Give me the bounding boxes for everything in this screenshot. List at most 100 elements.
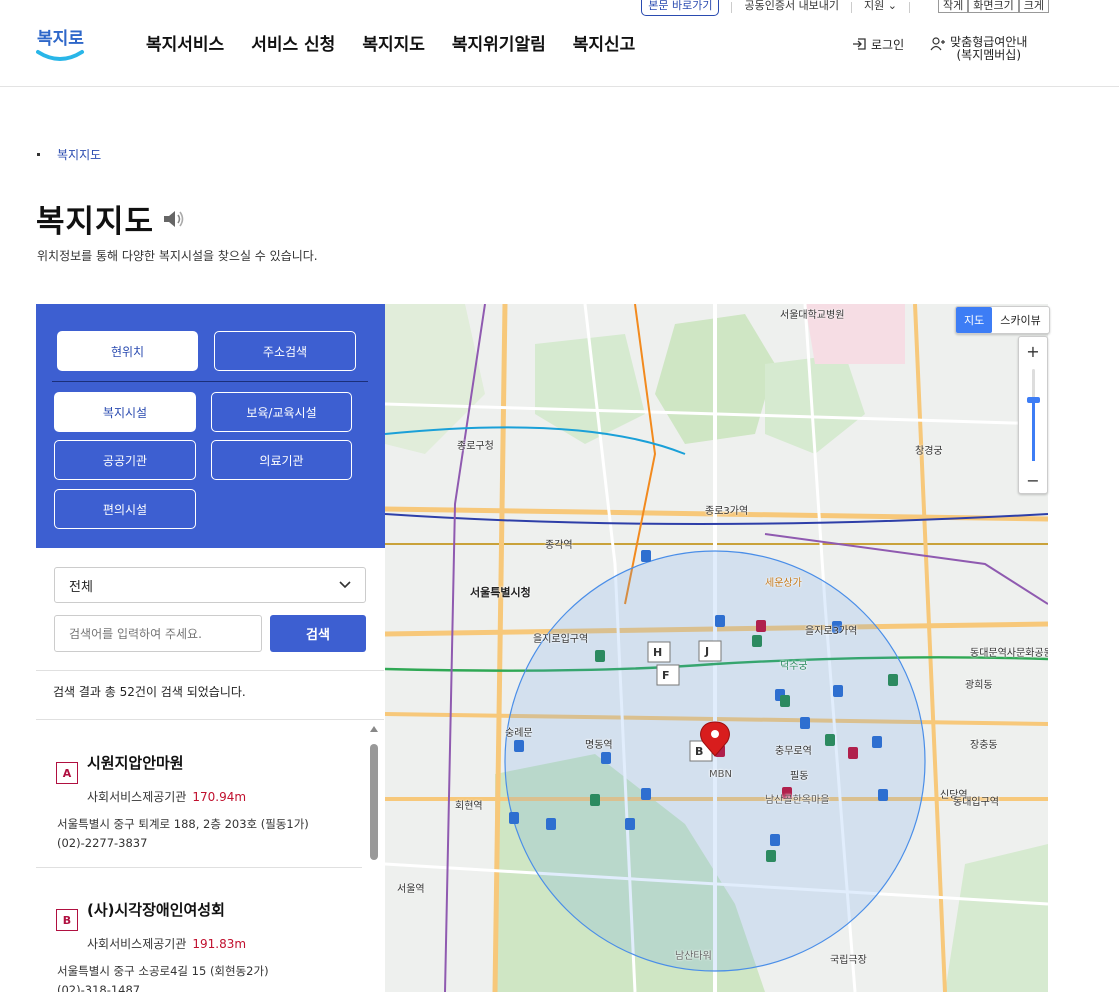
map-label: 숭례문 (505, 728, 533, 739)
map-label: 을지로3가역 (805, 626, 858, 637)
skip-to-content-link[interactable]: 본문 바로가기 (641, 0, 720, 16)
speaker-icon[interactable] (162, 209, 186, 229)
result-list: A 시원지압안마원 사회서비스제공기관 170.94m 서울특별시 중구 퇴계로 … (36, 720, 384, 992)
map-label: 덕수궁 (780, 661, 808, 672)
map-label: 서울역 (397, 884, 425, 895)
category-text: 사회서비스제공기관 (87, 790, 187, 804)
address-search-tab[interactable]: 주소검색 (214, 331, 356, 371)
font-large-button[interactable]: 크게 (1018, 0, 1049, 13)
distance-text: 170.94m (192, 790, 247, 804)
category-childcare-education[interactable]: 보육/교육시설 (211, 392, 352, 432)
breadcrumb-item[interactable]: 복지지도 (57, 146, 101, 163)
search-input[interactable] (54, 615, 262, 652)
zoom-out-button[interactable]: − (1019, 466, 1047, 494)
map-label: 동대입구역 (953, 797, 999, 808)
language-label: 지원 (864, 0, 885, 12)
svg-text:J: J (704, 645, 709, 658)
font-size-controls: 작게 화면크기 크게 (938, 0, 1049, 13)
category-convenience[interactable]: 편의시설 (54, 489, 196, 529)
category-medical[interactable]: 의료기관 (211, 440, 352, 480)
map-canvas: H J F B (385, 304, 1048, 992)
facility-category: 사회서비스제공기관 191.83m (87, 935, 246, 952)
distance-text: 191.83m (192, 937, 247, 951)
map-label: 충무로역 (775, 746, 812, 757)
main-nav: 복지서비스 서비스 신청 복지지도 복지위기알림 복지신고 (146, 30, 635, 55)
category-welfare-facility[interactable]: 복지시설 (54, 392, 196, 432)
map-type-toggle: 지도 스카이뷰 (955, 306, 1050, 334)
chevron-down-icon (339, 581, 351, 589)
marker-badge: A (56, 762, 78, 784)
login-label: 로그인 (871, 37, 905, 52)
svg-text:H: H (653, 646, 662, 659)
nav-welfare-report[interactable]: 복지신고 (573, 30, 636, 55)
category-select[interactable]: 전체 (54, 567, 366, 603)
zoom-in-button[interactable]: + (1019, 337, 1047, 365)
facility-name[interactable]: 시원지압안마원 (87, 752, 184, 773)
map-label: 장충동 (970, 740, 998, 751)
nav-welfare-service[interactable]: 복지서비스 (146, 30, 224, 55)
map-label: 서울대학교병원 (780, 310, 845, 321)
header-divider (0, 86, 1119, 87)
map-label: 남산골한옥마을 (765, 795, 830, 806)
breadcrumb: 복지지도 (37, 146, 101, 163)
result-divider (36, 670, 384, 671)
zoom-control: + − (1018, 336, 1048, 494)
guide-label-line2: (복지멤버십) (956, 48, 1022, 62)
map-label: 필동 (790, 771, 809, 782)
facility-phone: (02)-2277-3837 (57, 836, 148, 850)
map-type-skyview-button[interactable]: 스카이뷰 (992, 307, 1048, 333)
language-select[interactable]: 지원 ⌄ (864, 0, 897, 12)
scrollbar-thumb[interactable] (370, 744, 378, 860)
login-button[interactable]: 로그인 (852, 36, 904, 52)
divider (731, 2, 733, 13)
map-label: 창경궁 (915, 446, 943, 457)
zoom-handle[interactable] (1027, 397, 1040, 403)
page-description: 위치정보를 통해 다양한 복지시설을 찾으실 수 있습니다. (37, 249, 318, 263)
map-label: 남산타워 (675, 951, 712, 962)
facility-address: 서울특별시 중구 퇴계로 188, 2층 203호 (필동1가) (57, 817, 309, 831)
breadcrumb-bullet (37, 153, 40, 156)
chevron-down-icon: ⌄ (887, 0, 898, 12)
utility-bar: 본문 바로가기 공동인증서 내보내기 지원 ⌄ 작게 화면크기 크게 (641, 0, 1049, 18)
facility-category: 사회서비스제공기관 170.94m (87, 788, 246, 805)
nav-service-apply[interactable]: 서비스 신청 (251, 30, 335, 55)
search-button[interactable]: 검색 (270, 615, 366, 652)
divider (851, 2, 853, 13)
map-label: 종로3가역 (705, 506, 749, 517)
divider (909, 2, 911, 13)
map-label: 회현역 (455, 801, 483, 812)
panel-divider (52, 381, 368, 382)
bokjiro-logo[interactable]: 복지로 (36, 22, 86, 64)
map-label: MBN (709, 769, 732, 780)
map-label: 명동역 (585, 740, 613, 751)
page-title-row: 복지지도 (36, 196, 186, 241)
map-label: 동대문역사문화공원역 (970, 648, 1048, 659)
nav-welfare-map[interactable]: 복지지도 (362, 30, 425, 55)
cert-export-link[interactable]: 공동인증서 내보내기 (744, 0, 839, 12)
user-plus-icon (930, 37, 946, 51)
benefit-guide-link[interactable]: 맞춤형급여안내 (복지멤버십) (930, 36, 1027, 62)
svg-text:F: F (662, 669, 670, 682)
filter-panel: 현위치 주소검색 복지시설 보육/교육시설 공공기관 의료기관 편의시설 (36, 304, 385, 548)
svg-text:B: B (695, 745, 703, 758)
font-small-button[interactable]: 작게 (938, 0, 969, 13)
welfare-map[interactable]: H J F B 서울대학교병원 종로구청 종각역 서울특별시청 을지로입구역 명… (385, 304, 1048, 992)
nav-crisis-alert[interactable]: 복지위기알림 (452, 30, 546, 55)
page-title: 복지지도 (36, 204, 155, 240)
map-label: 종각역 (545, 540, 573, 551)
map-type-map-button[interactable]: 지도 (956, 307, 993, 333)
map-label: 국립극장 (830, 955, 867, 966)
category-text: 사회서비스제공기관 (87, 937, 187, 951)
result-count: 검색 결과 총 52건이 검색 되었습니다. (53, 685, 246, 699)
header-actions: 로그인 맞춤형급여안내 (복지멤버십) (852, 36, 1027, 62)
zoom-level-fill (1032, 399, 1035, 461)
scroll-up-arrow[interactable] (370, 726, 378, 732)
facility-phone: (02)-318-1487 (57, 983, 141, 992)
svg-text:복지로: 복지로 (37, 29, 84, 49)
category-public-agency[interactable]: 공공기관 (54, 440, 196, 480)
map-label: 세운상가 (765, 578, 802, 589)
marker-badge: B (56, 909, 78, 931)
current-location-tab[interactable]: 현위치 (57, 331, 198, 371)
facility-address: 서울특별시 중구 소공로4길 15 (회현동2가) (57, 964, 269, 978)
facility-name[interactable]: (사)시각장애인여성회 (87, 899, 225, 920)
